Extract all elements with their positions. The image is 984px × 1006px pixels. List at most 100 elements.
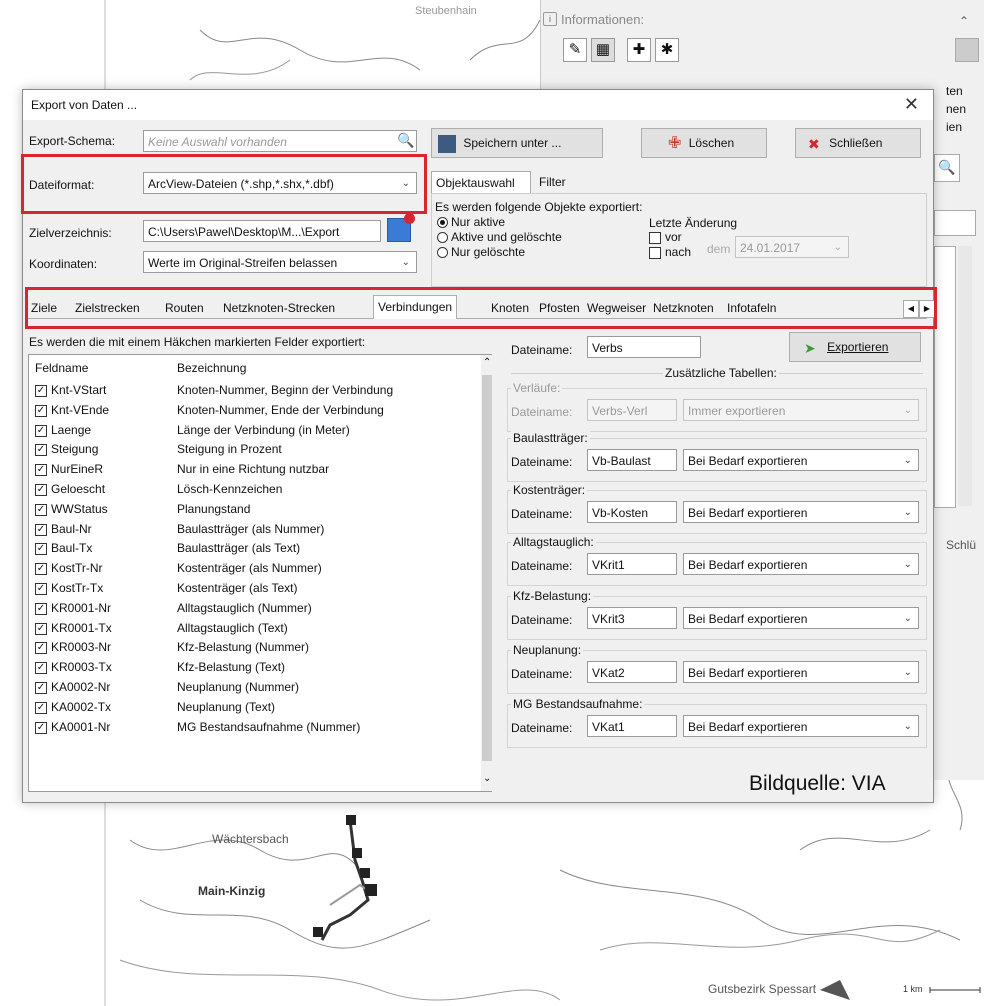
radio-aktive-geloeschte[interactable] <box>437 232 448 243</box>
extra-table-filename-input[interactable]: Vb-Kosten <box>587 501 677 523</box>
radio-nur-aktive[interactable] <box>437 217 448 228</box>
extra-table-option-select[interactable]: Bei Bedarf exportieren ⌄ <box>683 553 919 575</box>
extra-table-option-select[interactable]: Bei Bedarf exportieren ⌄ <box>683 501 919 523</box>
extra-table-filename-input[interactable]: Verbs-Verl <box>587 399 677 421</box>
checkbox-vor-label: vor <box>665 230 682 244</box>
info-panel: i Informationen: ⌃ ✎ ▦ ✚ ✱ <box>540 0 984 90</box>
main-filename-label: Dateiname: <box>511 343 573 357</box>
extra-table-filename-label: Dateiname: <box>511 721 573 735</box>
checkbox-nach[interactable] <box>649 247 661 259</box>
extra-table-group-label: MG Bestandsaufnahme: <box>511 697 645 711</box>
export-arrow-icon: ➤ <box>804 339 816 356</box>
field-description: Baulastträger (als Text) <box>177 541 301 556</box>
field-checkbox[interactable]: ✓ <box>35 602 47 615</box>
right-strip-field[interactable] <box>934 210 976 236</box>
delete-label: Löschen <box>688 136 735 150</box>
extra-table-filename-input[interactable]: VKat1 <box>587 715 677 737</box>
extra-table-filename-input[interactable]: VKat2 <box>587 661 677 683</box>
chevron-down-icon: ⌄ <box>903 455 912 466</box>
object-selection-heading: Es werden folgende Objekte exportiert: <box>435 200 643 214</box>
field-checkbox[interactable]: ✓ <box>35 682 47 694</box>
field-checkbox[interactable]: ✓ <box>35 721 47 734</box>
tab-objektauswahl[interactable]: Objektauswahl <box>431 171 531 193</box>
close-icon[interactable]: ✕ <box>904 94 919 115</box>
field-checkbox[interactable]: ✓ <box>35 622 47 635</box>
field-checkbox[interactable]: ✓ <box>35 424 47 437</box>
export-dialog: Export von Daten ... ✕ Export-Schema: Ke… <box>21 89 937 803</box>
save-as-button[interactable]: Speichern unter ... <box>431 128 603 158</box>
export-schema-input[interactable]: Keine Auswahl vorhanden <box>143 130 417 152</box>
field-description: Kostenträger (als Nummer) <box>177 561 322 576</box>
field-description: Lösch-Kennzeichen <box>177 482 283 496</box>
field-name: KA0002-Nr <box>51 680 111 694</box>
map-label-top: Steubenhain <box>415 5 477 17</box>
field-checkbox[interactable]: ✓ <box>35 662 47 675</box>
field-checkbox[interactable]: ✓ <box>35 563 47 576</box>
alert-badge-icon <box>404 213 415 224</box>
extra-table-filename-input[interactable]: Vb-Baulast <box>587 449 677 471</box>
field-checkbox[interactable]: ✓ <box>35 701 47 714</box>
extra-table-option-select[interactable]: Immer exportieren ⌄ <box>683 399 919 421</box>
field-checkbox[interactable]: ✓ <box>35 523 47 536</box>
map-scale-label: 1 km <box>903 984 923 994</box>
delete-button[interactable]: ✙ Löschen <box>641 128 767 158</box>
export-button[interactable]: ➤ Exportieren <box>789 332 921 362</box>
extra-table-filename-input[interactable]: VKrit1 <box>587 553 677 575</box>
extra-table-filename-input[interactable]: VKrit3 <box>587 607 677 629</box>
column-bezeichnung: Bezeichnung <box>177 361 247 375</box>
fields-scrollbar-thumb[interactable] <box>482 375 492 761</box>
field-checkbox[interactable]: ✓ <box>35 385 47 397</box>
map-scale-bar <box>929 987 981 993</box>
chevron-up-icon[interactable]: ⌃ <box>959 14 969 28</box>
tab-filter[interactable]: Filter <box>535 171 570 193</box>
extra-table-filename-label: Dateiname: <box>511 613 573 627</box>
expand-icon[interactable] <box>955 38 979 62</box>
folder-icon[interactable] <box>387 213 415 242</box>
fields-list[interactable]: Feldname Bezeichnung ✓ Knt-VStart Knoten-N… <box>28 354 493 792</box>
extra-table-option-select[interactable]: Bei Bedarf exportieren ⌄ <box>683 661 919 683</box>
extra-table-option-select[interactable]: Bei Bedarf exportieren ⌄ <box>683 715 919 737</box>
radio-nur-aktive-label: Nur aktive <box>451 215 506 229</box>
chevron-down-icon[interactable]: ⌄ <box>483 773 491 784</box>
field-checkbox[interactable]: ✓ <box>35 503 47 516</box>
image-icon[interactable]: ▦ <box>591 38 615 62</box>
pencil-icon[interactable]: ✎ <box>563 38 587 62</box>
checkbox-vor[interactable] <box>649 232 661 244</box>
extra-table-filename-label: Dateiname: <box>511 507 573 521</box>
search-icon[interactable]: 🔍 <box>934 154 960 182</box>
field-checkbox[interactable]: ✓ <box>35 583 47 595</box>
chevron-up-icon[interactable]: ⌃ <box>483 357 491 368</box>
field-checkbox[interactable]: ✓ <box>35 543 47 556</box>
extra-table-option-select[interactable]: Bei Bedarf exportieren ⌄ <box>683 449 919 471</box>
right-strip-scrollbar[interactable] <box>958 246 972 506</box>
extra-table-group-label: Alltagstauglich: <box>511 535 596 549</box>
asterisk-icon[interactable]: ✱ <box>655 38 679 62</box>
field-checkbox[interactable]: ✓ <box>35 404 47 417</box>
fields-scrollbar[interactable]: ⌃ ⌄ <box>481 355 493 791</box>
field-checkbox[interactable]: ✓ <box>35 464 47 477</box>
field-checkbox[interactable]: ✓ <box>35 444 47 457</box>
main-filename-input[interactable]: Verbs <box>587 336 701 358</box>
search-icon[interactable]: 🔍 <box>397 132 414 149</box>
extra-table-filename-label: Dateiname: <box>511 405 573 419</box>
right-strip-list[interactable] <box>934 246 956 508</box>
map-label-gutsbezirk: Gutsbezirk Spessart <box>708 982 817 996</box>
close-button[interactable]: ✖ Schließen <box>795 128 921 158</box>
field-checkbox[interactable]: ✓ <box>35 484 47 496</box>
field-description: Kfz-Belastung (Nummer) <box>177 640 310 655</box>
field-description: Länge der Verbindung (in Meter) <box>177 422 350 437</box>
chevron-down-icon: ⌄ <box>903 559 912 570</box>
radio-nur-geloeschte[interactable] <box>437 247 448 258</box>
zielverzeichnis-input[interactable]: C:\Users\Pawel\Desktop\M...\Export <box>143 220 381 242</box>
map-label-main-kinzig: Main-Kinzig <box>198 884 265 898</box>
date-picker[interactable]: 24.01.2017 ⌄ <box>735 236 849 258</box>
crosshair-icon[interactable]: ✚ <box>627 38 651 62</box>
extra-table-filename-label: Dateiname: <box>511 455 573 469</box>
radio-aktive-geloeschte-label: Aktive und gelöschte <box>451 230 562 244</box>
right-strip-label-1: ten <box>946 84 963 98</box>
right-strip-close-partial[interactable]: Schlü <box>946 538 976 552</box>
extra-table-option-select[interactable]: Bei Bedarf exportieren ⌄ <box>683 607 919 629</box>
koordinaten-select[interactable]: Werte im Original-Streifen belassen ⌄ <box>143 251 417 273</box>
field-checkbox[interactable]: ✓ <box>35 642 47 655</box>
chevron-down-icon: ⌄ <box>833 242 842 253</box>
